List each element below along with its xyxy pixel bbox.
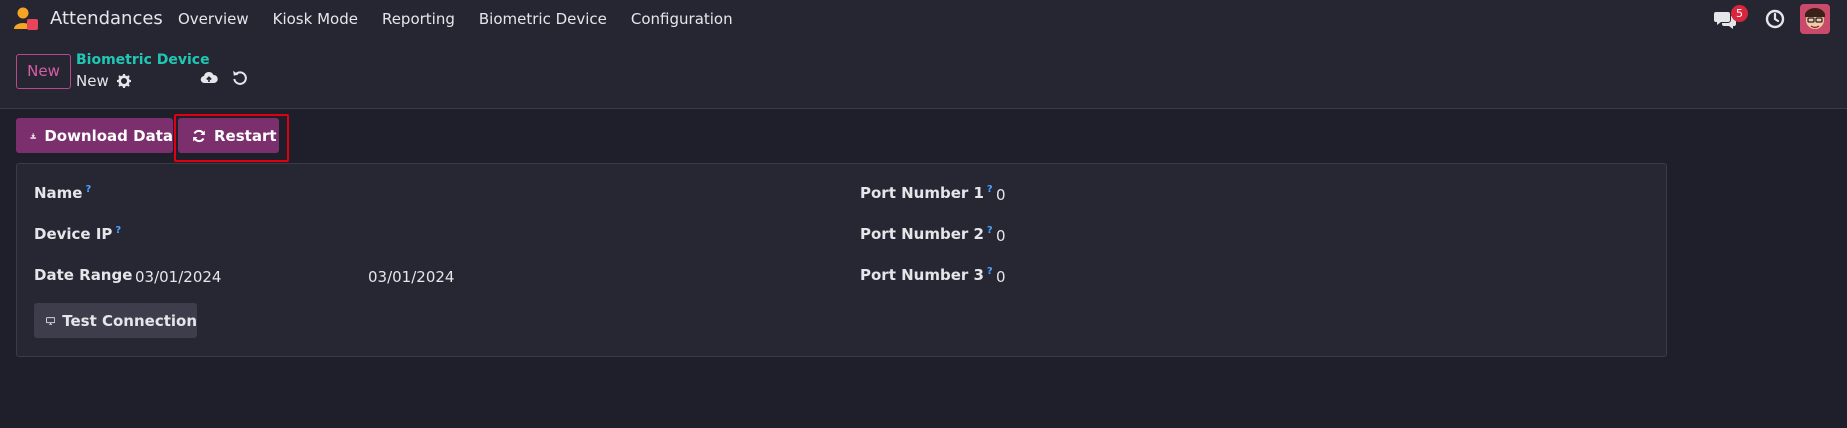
menu-overview[interactable]: Overview [178, 10, 249, 28]
clock-icon[interactable] [1765, 9, 1785, 29]
chat-count-badge: 5 [1731, 5, 1748, 22]
download-data-button[interactable]: Download Data [16, 118, 173, 153]
date-range-end-input[interactable]: 03/01/2024 [368, 268, 454, 286]
control-panel: New Biometric Device New [0, 38, 1847, 109]
port-number-2-input[interactable]: 0 [996, 227, 1006, 245]
port-number-1-input[interactable]: 0 [996, 186, 1006, 204]
cloud-upload-icon[interactable] [200, 70, 218, 86]
top-navbar: Attendances Overview Kiosk Mode Reportin… [0, 0, 1847, 38]
device-ip-label: Device IP? [34, 225, 122, 243]
monitor-icon [46, 316, 56, 325]
attendances-app-icon[interactable] [13, 7, 39, 31]
main-menu: Overview Kiosk Mode Reporting Biometric … [178, 10, 757, 28]
user-avatar[interactable] [1800, 4, 1830, 34]
device-ip-help-icon[interactable]: ? [115, 225, 121, 236]
date-range-start-input[interactable]: 03/01/2024 [135, 268, 221, 286]
name-label: Name? [34, 184, 92, 202]
test-connection-label: Test Connection [62, 311, 197, 330]
port-number-1-label: Port Number 1? [860, 184, 993, 202]
download-icon [30, 132, 36, 139]
form-sheet: Name? Device IP? Date Range 03/01/2024 0… [16, 163, 1667, 357]
new-button[interactable]: New [16, 54, 71, 89]
app-title[interactable]: Attendances [50, 8, 163, 29]
menu-reporting[interactable]: Reporting [382, 10, 455, 28]
port-3-help-icon[interactable]: ? [987, 266, 993, 277]
port-number-2-label: Port Number 2? [860, 225, 993, 243]
port-2-help-icon[interactable]: ? [987, 225, 993, 236]
avatar-face-icon [1800, 4, 1830, 34]
port-1-help-icon[interactable]: ? [987, 184, 993, 195]
download-data-label: Download Data [44, 126, 173, 145]
menu-configuration[interactable]: Configuration [631, 10, 733, 28]
test-connection-button[interactable]: Test Connection [34, 303, 197, 338]
discard-undo-icon[interactable] [232, 69, 248, 86]
menu-biometric-device[interactable]: Biometric Device [479, 10, 607, 28]
date-range-label: Date Range [34, 266, 133, 284]
restart-highlight-box [174, 114, 289, 162]
port-number-3-label: Port Number 3? [860, 266, 993, 284]
menu-kiosk-mode[interactable]: Kiosk Mode [273, 10, 358, 28]
gear-icon[interactable] [117, 74, 131, 88]
breadcrumb-biometric-device[interactable]: Biometric Device [76, 52, 210, 68]
name-help-icon[interactable]: ? [85, 184, 91, 195]
breadcrumb-current-record: New [76, 72, 109, 90]
port-number-3-input[interactable]: 0 [996, 268, 1006, 286]
